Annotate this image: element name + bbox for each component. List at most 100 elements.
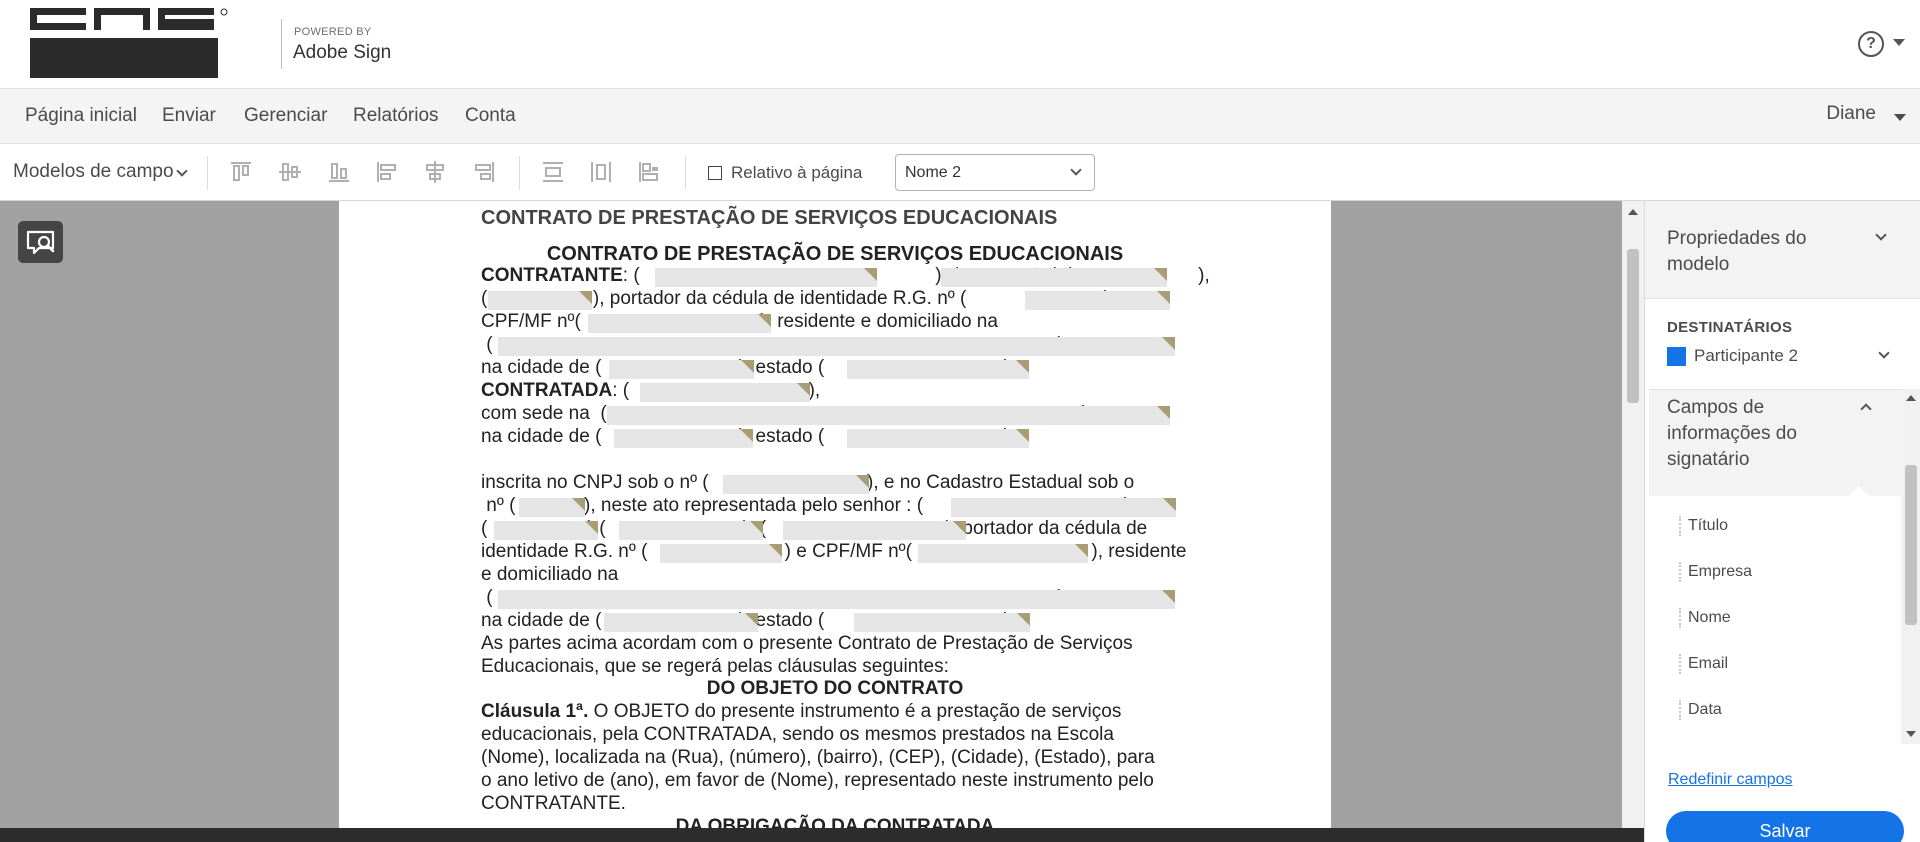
field-item-company[interactable]: Empresa — [1688, 563, 1752, 581]
drag-handle-icon[interactable] — [1679, 516, 1681, 536]
fields-scrollbar[interactable] — [1901, 389, 1920, 744]
doc-line: educacionais, pela CONTRATADA, sendo os … — [481, 724, 1114, 745]
form-field[interactable] — [498, 590, 1175, 609]
main-nav: Página inicial Enviar Gerenciar Relatóri… — [0, 89, 1920, 144]
participant-select[interactable]: Participante 2 — [1694, 346, 1798, 366]
doc-header-title: CONTRATO DE PRESTAÇÃO DE SERVIÇOS EDUCAC… — [481, 207, 1058, 229]
panel-notch — [1849, 486, 1869, 496]
relative-to-page-checkbox[interactable] — [708, 166, 722, 180]
help-menu-caret-icon[interactable] — [1893, 39, 1905, 46]
document-page: CONTRATO DE PRESTAÇÃO DE SERVIÇOS EDUCAC… — [339, 201, 1331, 828]
panel-title: Propriedades do modelo — [1667, 228, 1807, 275]
chevron-up-icon[interactable] — [1860, 403, 1872, 415]
chevron-down-icon[interactable] — [1875, 229, 1887, 241]
form-field[interactable] — [607, 406, 1170, 425]
doc-line: CONTRATANTE. — [481, 793, 626, 814]
form-field[interactable] — [498, 337, 1175, 356]
form-field[interactable] — [723, 475, 869, 494]
match-size-icon[interactable] — [636, 159, 662, 185]
scroll-up-icon[interactable] — [1628, 209, 1638, 215]
form-field[interactable] — [519, 498, 585, 517]
toolbar-divider — [685, 156, 686, 190]
form-field[interactable] — [609, 360, 754, 379]
form-field[interactable] — [847, 429, 1029, 448]
signer-fields-list: Título Empresa Nome Email Data — [1649, 496, 1901, 745]
toolbar-divider — [519, 156, 520, 190]
drag-handle-icon[interactable] — [1679, 654, 1681, 674]
comment-search-icon — [26, 230, 55, 255]
form-field[interactable] — [488, 291, 592, 310]
form-field[interactable] — [941, 268, 1049, 287]
field-item-title[interactable]: Título — [1688, 517, 1728, 535]
align-middle-icon[interactable] — [277, 159, 303, 185]
signer-fields-section: Campos de informações do signatário Títu… — [1649, 389, 1901, 745]
form-field[interactable] — [847, 360, 1029, 379]
drag-handle-icon[interactable] — [1679, 562, 1681, 582]
scroll-down-icon[interactable] — [1906, 731, 1916, 737]
align-center-icon[interactable] — [422, 159, 448, 185]
form-field[interactable] — [614, 429, 753, 448]
comment-button[interactable] — [18, 221, 63, 263]
nav-reports[interactable]: Relatórios — [353, 105, 439, 127]
user-menu[interactable]: Diane — [1826, 103, 1876, 125]
field-models-dropdown[interactable]: Modelos de campo — [13, 161, 174, 183]
form-field[interactable] — [619, 521, 763, 540]
form-field[interactable] — [1037, 268, 1167, 287]
panel-header[interactable]: Propriedades do modelo — [1645, 201, 1920, 299]
section-heading: DA OBRIGAÇÃO DA CONTRATADA — [675, 816, 995, 828]
product-name: Adobe Sign — [293, 42, 392, 63]
align-right-icon[interactable] — [471, 159, 497, 185]
participant-color-swatch — [1667, 347, 1686, 366]
scroll-up-icon[interactable] — [1906, 395, 1916, 401]
field-item-name[interactable]: Nome — [1688, 609, 1731, 627]
form-field[interactable] — [588, 314, 771, 333]
doc-line: e domiciliado na — [481, 564, 619, 585]
company-logo — [30, 8, 228, 78]
form-field[interactable] — [1025, 291, 1170, 310]
form-field[interactable] — [640, 383, 810, 402]
chevron-down-icon[interactable] — [1878, 347, 1890, 359]
help-icon[interactable]: ? — [1858, 31, 1884, 57]
align-top-icon[interactable] — [228, 159, 254, 185]
field-item-email[interactable]: Email — [1688, 655, 1728, 673]
form-field[interactable] — [660, 544, 782, 563]
form-field[interactable] — [854, 613, 1030, 632]
form-field[interactable] — [951, 498, 1176, 517]
chevron-down-icon[interactable] — [176, 165, 188, 177]
nav-manage[interactable]: Gerenciar — [244, 105, 327, 127]
drag-handle-icon[interactable] — [1679, 700, 1681, 720]
document-canvas: CONTRATO DE PRESTAÇÃO DE SERVIÇOS EDUCAC… — [0, 201, 1644, 828]
section-heading: DO OBJETO DO CONTRATO — [706, 678, 964, 699]
form-field[interactable] — [604, 613, 758, 632]
distribute-vertical-icon[interactable] — [540, 159, 566, 185]
nav-account[interactable]: Conta — [465, 105, 516, 127]
form-field[interactable] — [918, 544, 1088, 563]
distribute-horizontal-icon[interactable] — [588, 159, 614, 185]
doc-line: As partes acima acordam com o presente C… — [481, 633, 1133, 654]
field-item-date[interactable]: Data — [1688, 701, 1722, 719]
align-bottom-icon[interactable] — [326, 159, 352, 185]
save-button[interactable]: Salvar — [1666, 811, 1904, 842]
nav-send[interactable]: Enviar — [162, 105, 216, 127]
nav-home[interactable]: Página inicial — [25, 105, 137, 127]
form-field[interactable] — [783, 521, 966, 540]
form-field[interactable] — [655, 268, 877, 287]
doc-line: o ano letivo de (ano), em favor de (Nome… — [481, 770, 1154, 791]
relative-to-page-label: Relativo à página — [731, 163, 863, 182]
scrollbar-thumb[interactable] — [1627, 249, 1639, 403]
doc-title: CONTRATO DE PRESTAÇÃO DE SERVIÇOS EDUCAC… — [546, 243, 1124, 265]
recipient-select[interactable]: Nome 2 — [895, 154, 1095, 191]
recipient-select-value: Nome 2 — [905, 164, 962, 181]
reset-fields-link[interactable]: Redefinir campos — [1668, 771, 1793, 789]
scrollbar-thumb[interactable] — [1905, 465, 1917, 625]
align-left-icon[interactable] — [374, 159, 400, 185]
doc-line: Cláusula 1ª. O OBJETO do presente instru… — [481, 701, 1122, 722]
drag-handle-icon[interactable] — [1679, 608, 1681, 628]
signer-fields-title[interactable]: Campos de informações do signatário — [1667, 395, 1857, 473]
form-field[interactable] — [494, 521, 598, 540]
powered-by-label: POWERED BY — [294, 26, 372, 38]
document-scrollbar[interactable] — [1622, 201, 1644, 828]
doc-line: (Nome), localizada na (Rua), (número), (… — [481, 747, 1155, 768]
header-divider — [281, 19, 282, 69]
user-menu-caret-icon[interactable] — [1894, 114, 1906, 121]
